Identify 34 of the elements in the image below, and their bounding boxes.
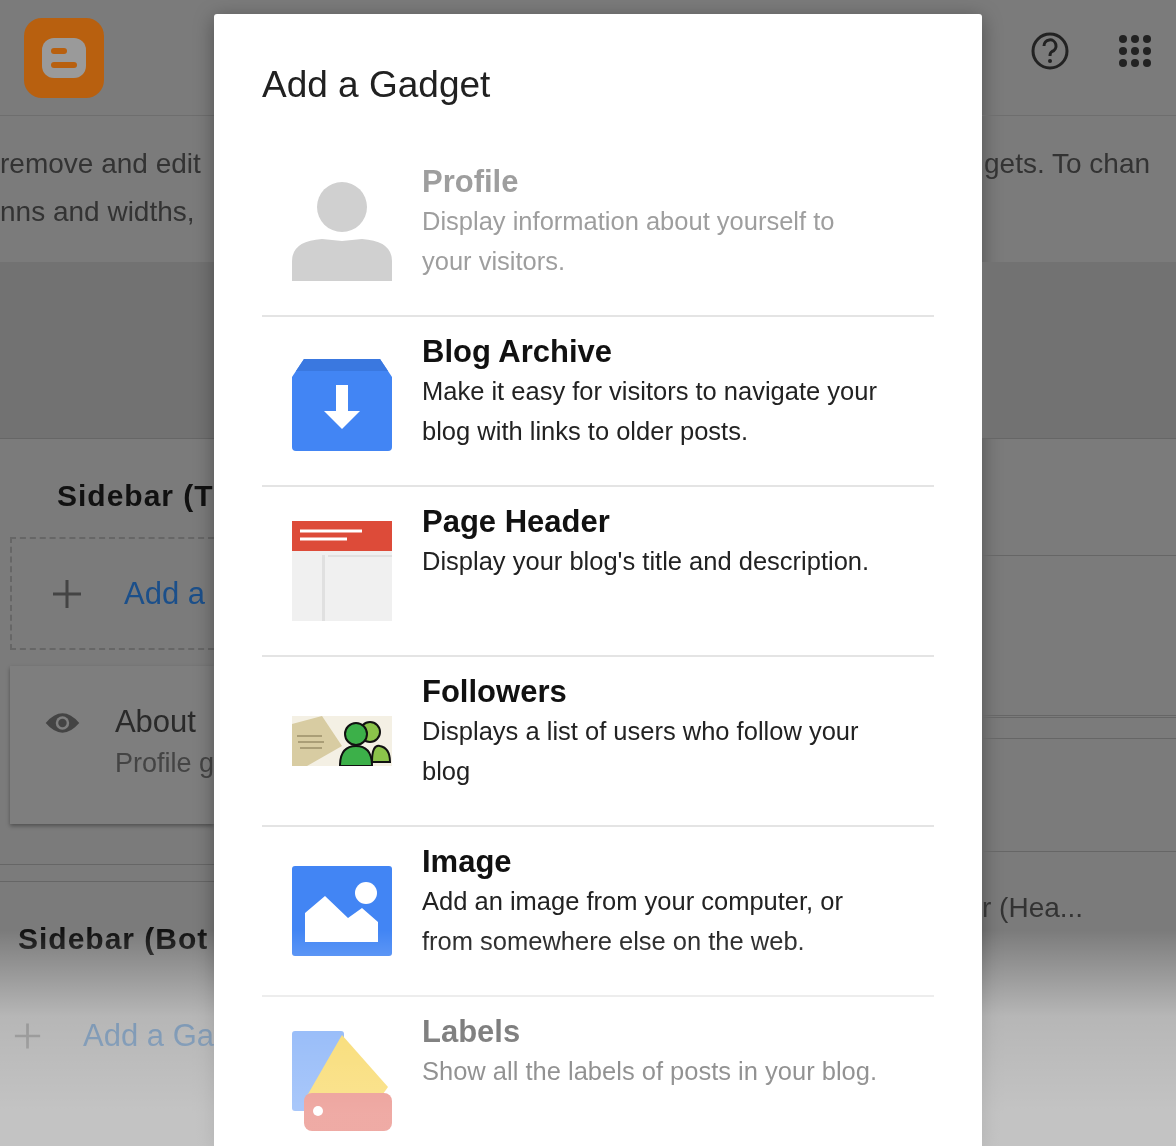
gadget-option[interactable]: Image Add an image from your computer, or from somewhere else on the web. bbox=[262, 827, 934, 997]
help-icon[interactable] bbox=[1030, 30, 1070, 71]
person-icon bbox=[292, 181, 392, 281]
layout-icon bbox=[292, 521, 392, 621]
gadget-name: Image bbox=[422, 843, 512, 881]
dialog-title: Add a Gadget bbox=[262, 63, 492, 107]
plus-icon bbox=[14, 1021, 41, 1051]
gadget-description: Add an image from your computer, or from somewhere else on the web. bbox=[422, 886, 844, 957]
gadget-description: Display your blog's title and description. bbox=[422, 546, 870, 577]
gadget-title: About bbox=[114, 704, 196, 740]
labels-icon bbox=[292, 1031, 392, 1131]
gadget-name: Blog Archive bbox=[422, 333, 613, 371]
intro-text: gets. To chan bbox=[984, 147, 1151, 181]
intro-text: nns and widths, bbox=[0, 195, 195, 229]
gadget-name: Profile bbox=[422, 163, 519, 201]
gadget-option[interactable]: Page Header Display your blog's title and description. bbox=[262, 487, 934, 657]
plus-icon bbox=[52, 578, 82, 609]
followers-icon bbox=[292, 716, 392, 766]
gadget-subtitle: Profile g bbox=[114, 748, 214, 779]
gadget-option[interactable]: Blog Archive Make it easy for visitors to navigate your blog with links to older posts. bbox=[262, 317, 934, 487]
gadget-name: Labels bbox=[422, 1013, 521, 1051]
section-title: Sidebar (Bot bbox=[18, 922, 209, 956]
gadget-description: Display information about yourself to your visitors. bbox=[422, 206, 836, 277]
gadget-description: Show all the labels of posts in your blog. bbox=[422, 1056, 877, 1087]
gadget-description: Displays a list of users who follow your blog bbox=[422, 716, 860, 787]
gadget-name: Followers bbox=[422, 673, 567, 711]
apps-grid-icon[interactable] bbox=[1118, 33, 1152, 68]
section-title: Sidebar (T bbox=[57, 479, 214, 513]
gadget-option[interactable]: Labels Show all the labels of posts in your blog. bbox=[262, 997, 934, 1146]
gadget-description: Make it easy for visitors to navigate your blog with links to older posts. bbox=[422, 376, 878, 447]
section-title: r (Hea... bbox=[982, 892, 1084, 924]
intro-text: remove and edit bbox=[0, 147, 201, 181]
gadget-name: Page Header bbox=[422, 503, 610, 541]
gadget-option[interactable]: Followers Displays a list of users who follow your blog bbox=[262, 657, 934, 827]
